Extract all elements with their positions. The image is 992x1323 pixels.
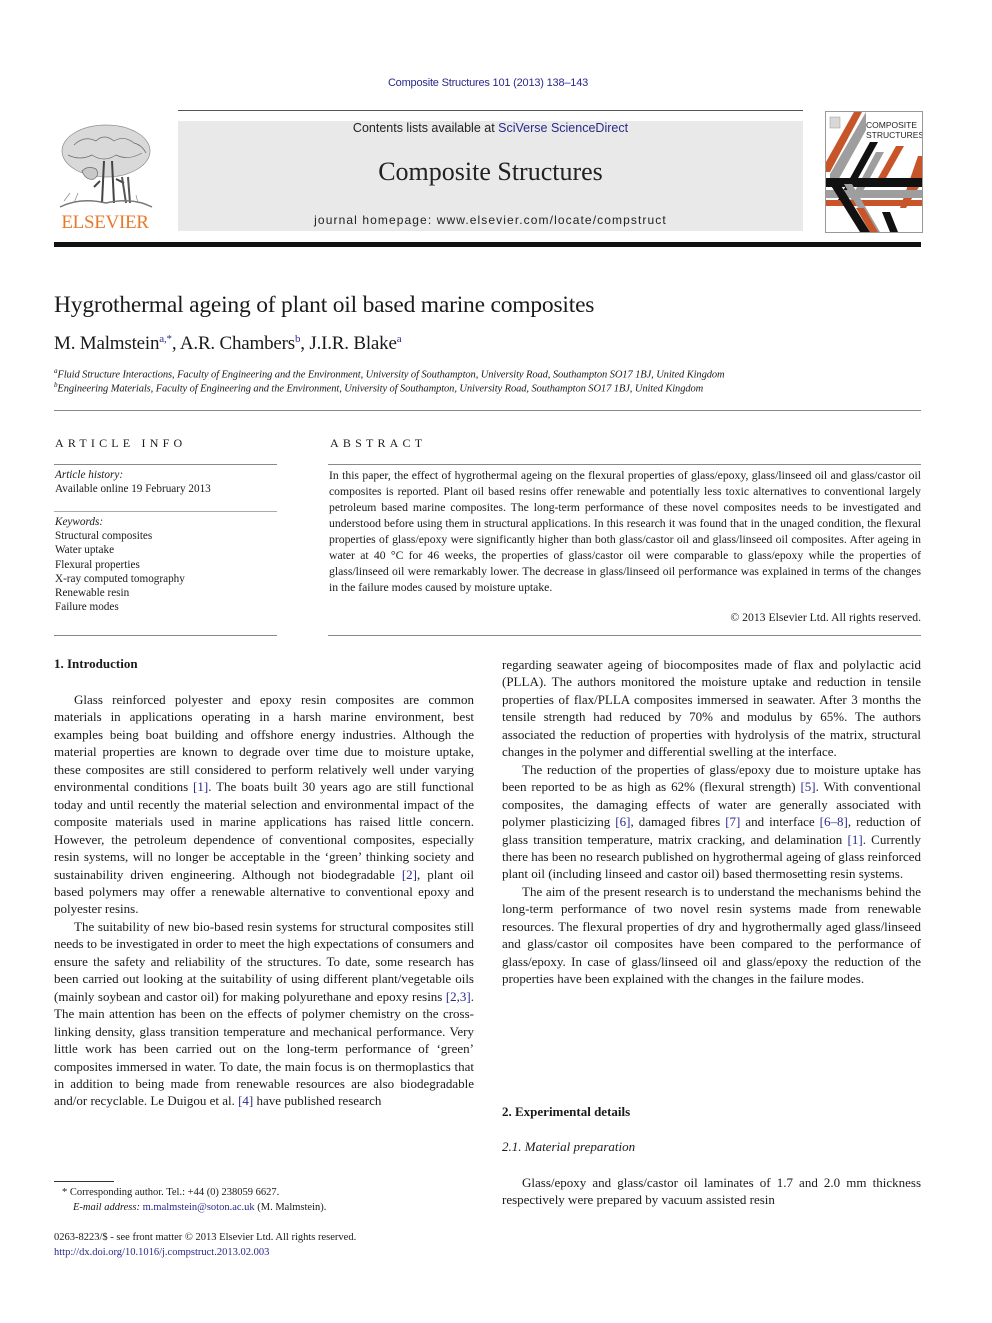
footnote-divider [54,1181,114,1182]
paragraph-text: and interface [740,814,820,830]
author-affiliation-mark[interactable]: a [397,333,402,345]
section-heading-introduction: 1. Introduction [54,656,138,671]
email-link[interactable]: m.malmstein@soton.ac.uk [143,1202,255,1213]
divider [54,635,277,636]
article-title: Hygrothermal ageing of plant oil based m… [54,292,595,318]
paragraph-text: . The main attention has been on the eff… [54,988,474,1109]
citation-link[interactable]: [6–8] [820,814,848,829]
contents-availability: Contents lists available at SciVerse Sci… [178,121,803,135]
keyword: Failure modes [55,601,119,614]
paragraph: The suitability of new bio-based resin s… [54,918,474,1110]
affiliation-a: aFluid Structure Interactions, Faculty o… [54,367,725,381]
cover-title-line2: STRUCTURES [866,130,922,140]
citation-link[interactable]: [6] [615,814,630,829]
author-affiliation-mark[interactable]: a,* [159,333,172,345]
email-label: E-mail address: [73,1201,140,1213]
abstract-copyright: © 2013 Elsevier Ltd. All rights reserved… [730,611,921,624]
article-history-label: Article history: [55,469,124,481]
paragraph-text: , damaged fibres [630,814,726,830]
front-matter: 0263-8223/$ - see front matter © 2013 El… [54,1231,356,1260]
affiliation-b: bEngineering Materials, Faculty of Engin… [54,381,703,395]
keyword: X-ray computed tomography [55,572,185,585]
keywords-list: Structural composites Water uptake Flexu… [55,529,185,615]
corresponding-author-text: Corresponding author. Tel.: +44 (0) 2380… [69,1187,280,1198]
email-suffix: (M. Malmstein). [254,1201,327,1213]
article-info-heading: ARTICLE INFO [55,436,187,450]
citation-link[interactable]: [1] [193,779,208,794]
keyword: Structural composites [55,530,153,542]
header-divider [178,110,803,111]
journal-homepage[interactable]: journal homepage: www.elsevier.com/locat… [178,213,803,227]
paragraph: The reduction of the properties of glass… [502,761,921,883]
divider [54,464,277,465]
keyword: Water uptake [55,544,115,557]
issn-copyright: 0263-8223/$ - see front matter © 2013 El… [54,1232,357,1243]
body-column-right: regarding seawater ageing of biocomposit… [502,656,921,988]
footnote-mark: * [62,1187,68,1198]
abstract-heading: ABSTRACT [330,436,427,450]
journal-masthead: Contents lists available at SciVerse Sci… [178,121,803,231]
author-name[interactable]: A.R. Chambers [180,333,295,354]
divider [328,464,921,465]
divider [328,635,921,636]
journal-cover-thumbnail: COMPOSITE STRUCTURES [825,111,923,233]
affiliation-text: Fluid Structure Interactions, Faculty of… [57,369,725,381]
paragraph-text: The aim of the present research is to un… [502,883,921,987]
divider [54,511,277,512]
keyword: Flexural properties [55,558,140,571]
citation-link[interactable]: [1] [848,832,863,847]
cover-title-line1: COMPOSITE [866,120,917,130]
sciencedirect-link[interactable]: SciVerse ScienceDirect [498,121,628,135]
citation-link[interactable]: [5] [800,779,815,794]
cover-graphic-icon: COMPOSITE STRUCTURES [826,112,922,232]
paragraph-text: The suitability of new bio-based resin s… [54,918,474,1004]
citation-link[interactable]: [7] [725,814,740,829]
masthead-divider [54,242,921,247]
affiliation-text: Engineering Materials, Faculty of Engine… [57,383,704,395]
paragraph: The aim of the present research is to un… [502,883,921,988]
subsection-heading-material-preparation: 2.1. Material preparation [502,1139,636,1154]
doi-link[interactable]: http://dx.doi.org/10.1016/j.compstruct.2… [54,1246,356,1261]
paragraph: regarding seawater ageing of biocomposit… [502,656,921,761]
journal-citation-link[interactable]: Composite Structures 101 (2013) 138–143 [0,77,976,89]
title-divider [54,410,921,411]
paragraph-text: regarding seawater ageing of biocomposit… [502,657,921,760]
corresponding-author-footnote: * Corresponding author. Tel.: +44 (0) 23… [62,1186,326,1215]
author-separator: , [171,333,180,354]
article-history-value: Available online 19 February 2013 [55,483,211,495]
author-list: M. Malmsteina,*, A.R. Chambersb, J.I.R. … [54,333,402,355]
body-paragraph: Glass/epoxy and glass/castor oil laminat… [502,1174,921,1209]
author-name[interactable]: M. Malmstein [54,333,159,354]
tree-icon [59,124,153,208]
keyword: Renewable resin [55,587,130,600]
paragraph: Glass reinforced polyester and epoxy res… [54,691,474,918]
citation-link[interactable]: [2,3] [446,989,471,1004]
elsevier-wordmark: ELSEVIER [61,212,149,233]
paragraph-text: Glass/epoxy and glass/castor oil laminat… [502,1175,921,1208]
author-name[interactable]: J.I.R. Blake [309,333,397,354]
keywords-label: Keywords: [55,516,104,528]
section-heading-experimental: 2. Experimental details [502,1104,631,1119]
body-column-left: Glass reinforced polyester and epoxy res… [54,691,474,1110]
citation-link[interactable]: [2] [402,867,417,882]
journal-name: Composite Structures [378,157,603,186]
contents-prefix: Contents lists available at [352,121,499,135]
paragraph-text: have published research [253,1093,382,1109]
abstract-body: In this paper, the effect of hygrotherma… [329,469,921,594]
citation-link[interactable]: [4] [238,1093,253,1108]
